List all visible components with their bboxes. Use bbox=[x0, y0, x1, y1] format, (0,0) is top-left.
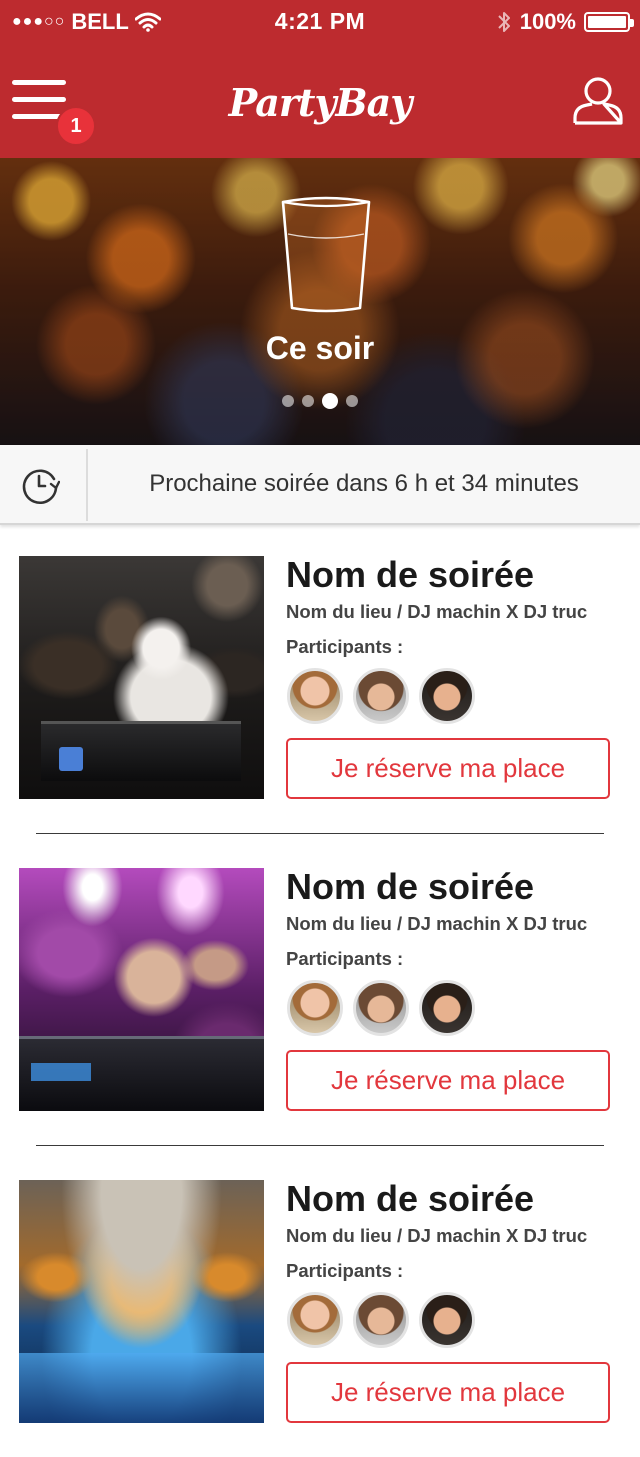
avatar[interactable] bbox=[287, 980, 343, 1036]
avatar[interactable] bbox=[419, 668, 475, 724]
participants-label: Participants : bbox=[286, 636, 404, 657]
app-logo: PartyBay bbox=[228, 80, 413, 125]
event-photo[interactable] bbox=[19, 868, 264, 1111]
crowd bbox=[19, 1353, 264, 1423]
carousel-dot[interactable] bbox=[322, 393, 338, 409]
divider bbox=[36, 1145, 604, 1146]
avatar[interactable] bbox=[353, 668, 409, 724]
divider bbox=[36, 833, 604, 834]
user-profile-icon bbox=[573, 77, 623, 125]
hero-title: Ce soir bbox=[265, 330, 375, 366]
event-venue: Nom du lieu / DJ machin X DJ truc bbox=[286, 601, 588, 622]
status-right: 100% bbox=[496, 9, 634, 35]
carousel-dot[interactable] bbox=[282, 395, 294, 407]
countdown-banner: Prochaine soirée dans 6 h et 34 minutes bbox=[0, 445, 640, 525]
battery-icon bbox=[584, 12, 634, 32]
profile-button[interactable] bbox=[572, 74, 624, 126]
reserve-button[interactable]: Je réserve ma place bbox=[286, 738, 610, 799]
event-card: Nom de soirée Nom du lieu / DJ machin X … bbox=[0, 554, 640, 801]
event-title: Nom de soirée bbox=[286, 1178, 535, 1219]
deck-light bbox=[59, 747, 83, 771]
countdown-text: Prochaine soirée dans 6 h et 34 minutes bbox=[149, 470, 579, 497]
participants-label: Participants : bbox=[286, 1260, 404, 1281]
event-title: Nom de soirée bbox=[286, 866, 535, 907]
bluetooth-icon bbox=[498, 12, 510, 32]
carousel-dot[interactable] bbox=[346, 395, 358, 407]
avatar[interactable] bbox=[419, 1292, 475, 1348]
carousel-dot[interactable] bbox=[302, 395, 314, 407]
event-card: Nom de soirée Nom du lieu / DJ machin X … bbox=[0, 1178, 640, 1425]
nav-bar: 1 PartyBay bbox=[0, 44, 640, 158]
battery-percentage: 100% bbox=[519, 9, 576, 34]
carousel-pagination bbox=[0, 393, 640, 409]
cup-icon bbox=[281, 196, 371, 313]
avatar[interactable] bbox=[353, 1292, 409, 1348]
avatar[interactable] bbox=[353, 980, 409, 1036]
reserve-button[interactable]: Je réserve ma place bbox=[286, 1362, 610, 1423]
battery-level bbox=[588, 16, 626, 28]
participants-avatars bbox=[287, 668, 475, 724]
event-venue: Nom du lieu / DJ machin X DJ truc bbox=[286, 1225, 588, 1246]
event-photo[interactable] bbox=[19, 1180, 264, 1423]
participants-avatars bbox=[287, 1292, 475, 1348]
event-venue: Nom du lieu / DJ machin X DJ truc bbox=[286, 913, 588, 934]
deck-screen bbox=[31, 1063, 91, 1081]
status-bar: ●●●○○ BELL 4:21 PM 100% bbox=[0, 0, 640, 44]
avatar[interactable] bbox=[419, 980, 475, 1036]
participants-avatars bbox=[287, 980, 475, 1036]
event-title: Nom de soirée bbox=[286, 554, 535, 595]
event-card: Nom de soirée Nom du lieu / DJ machin X … bbox=[0, 866, 640, 1113]
event-photo[interactable] bbox=[19, 556, 264, 799]
avatar[interactable] bbox=[287, 1292, 343, 1348]
hero-banner[interactable]: Ce soir bbox=[0, 158, 640, 445]
reserve-button[interactable]: Je réserve ma place bbox=[286, 1050, 610, 1111]
participants-label: Participants : bbox=[286, 948, 404, 969]
avatar[interactable] bbox=[287, 668, 343, 724]
clock-icon bbox=[22, 469, 60, 504]
